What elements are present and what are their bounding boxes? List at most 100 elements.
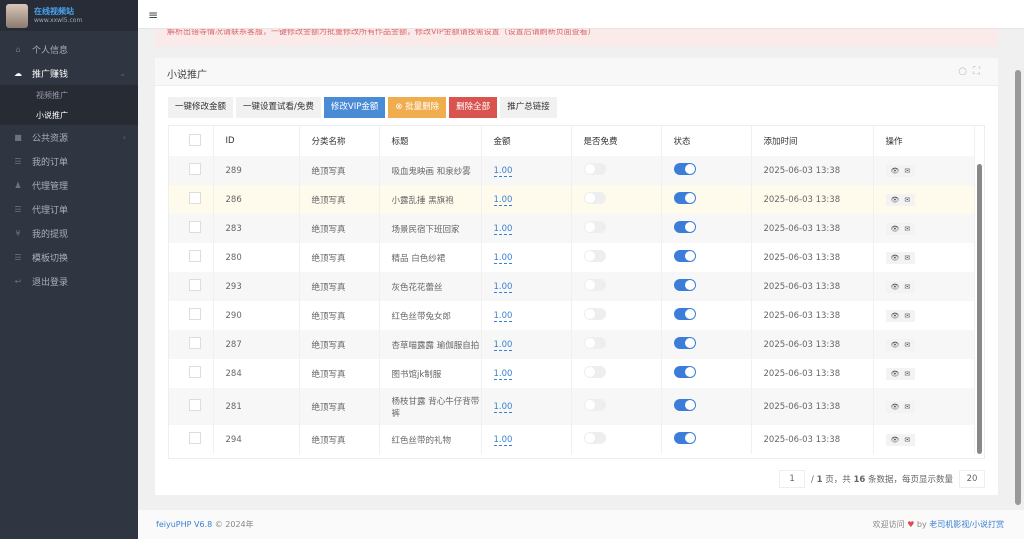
row-checkbox[interactable] xyxy=(189,432,201,444)
column-header[interactable]: 是否免费 xyxy=(571,126,662,156)
view-eye-icon[interactable]: 👁 xyxy=(891,403,900,411)
wechat-icon[interactable]: ✉ xyxy=(904,403,910,411)
sidebar-item[interactable]: ☁ 推广赚钱 ⌄ xyxy=(0,61,138,85)
amount-editable[interactable]: 1.00 xyxy=(493,434,513,446)
table-row[interactable]: 280 绝顶写真 精品 白色纱裙 1.00 2025-06-03 13:38 👁… xyxy=(169,243,975,272)
row-checkbox[interactable] xyxy=(189,163,201,175)
status-toggle[interactable] xyxy=(673,221,696,233)
free-toggle[interactable] xyxy=(583,432,606,444)
status-toggle[interactable] xyxy=(673,279,696,291)
fullscreen-icon[interactable]: ⛶ xyxy=(973,66,986,77)
wechat-icon[interactable]: ✉ xyxy=(904,341,910,349)
logo[interactable]: 在线视频站 www.xxwl5.com xyxy=(0,0,138,31)
free-toggle[interactable] xyxy=(583,192,606,204)
view-eye-icon[interactable]: 👁 xyxy=(891,225,900,233)
menu-toggle-icon[interactable]: ≡ xyxy=(148,8,158,22)
row-checkbox[interactable] xyxy=(189,399,201,411)
row-checkbox[interactable] xyxy=(189,366,201,378)
footer-author-link[interactable]: 老司机影视/小说打赏 xyxy=(929,520,1004,529)
sidebar-item[interactable]: ■ 公共资源 ‹ xyxy=(0,125,138,149)
set-trial-button[interactable]: 一键设置试看/免费 xyxy=(236,97,321,118)
sidebar-item[interactable]: ☰ 模板切换 xyxy=(0,245,138,269)
table-row[interactable]: 293 绝顶写真 灰色花花蕾丝 1.00 2025-06-03 13:38 👁 ✉ xyxy=(169,272,975,301)
sidebar-item[interactable]: ↩ 退出登录 xyxy=(0,269,138,293)
amount-editable[interactable]: 1.00 xyxy=(493,223,513,235)
free-toggle[interactable] xyxy=(583,308,606,320)
status-toggle[interactable] xyxy=(673,432,696,444)
wechat-icon[interactable]: ✉ xyxy=(904,196,910,204)
sidebar-item[interactable]: ☰ 代理订单 xyxy=(0,197,138,221)
column-header[interactable]: 状态 xyxy=(661,126,752,156)
status-toggle[interactable] xyxy=(673,366,696,378)
select-all-checkbox[interactable] xyxy=(189,133,201,146)
per-page-input[interactable]: 20 xyxy=(959,470,985,488)
free-toggle[interactable] xyxy=(583,399,606,411)
wechat-icon[interactable]: ✉ xyxy=(904,312,910,320)
amount-editable[interactable]: 1.00 xyxy=(493,401,513,413)
free-toggle[interactable] xyxy=(583,163,606,175)
column-header[interactable]: 分类名称 xyxy=(299,126,380,156)
delete-all-button[interactable]: 删除全部 xyxy=(449,97,498,118)
table-row[interactable]: 294 绝顶写真 红色丝带的礼物 1.00 2025-06-03 13:38 👁… xyxy=(169,425,975,454)
edit-amount-button[interactable]: 一键修改金额 xyxy=(168,97,234,118)
column-header[interactable]: 金额 xyxy=(481,126,572,156)
wechat-icon[interactable]: ✉ xyxy=(904,370,910,378)
edit-vip-amount-button[interactable]: 修改VIP金额 xyxy=(323,97,386,118)
amount-editable[interactable]: 1.00 xyxy=(493,310,513,322)
refresh-icon[interactable]: ○ xyxy=(958,66,973,77)
page-scrollbar[interactable] xyxy=(1015,70,1021,505)
status-toggle[interactable] xyxy=(673,192,696,204)
wechat-icon[interactable]: ✉ xyxy=(904,225,910,233)
table-row[interactable]: 289 绝顶写真 吸血鬼映画 和泉纱雾 1.00 2025-06-03 13:3… xyxy=(169,156,975,185)
column-header[interactable]: 标题 xyxy=(379,126,482,156)
wechat-icon[interactable]: ✉ xyxy=(904,283,910,291)
table-scrollbar[interactable] xyxy=(977,164,982,454)
sidebar-item[interactable]: ¥ 我的提现 xyxy=(0,221,138,245)
view-eye-icon[interactable]: 👁 xyxy=(891,436,900,444)
column-header[interactable]: 操作 xyxy=(873,126,975,156)
amount-editable[interactable]: 1.00 xyxy=(493,339,513,351)
view-eye-icon[interactable]: 👁 xyxy=(891,167,900,175)
free-toggle[interactable] xyxy=(583,366,606,378)
status-toggle[interactable] xyxy=(673,337,696,349)
row-checkbox[interactable] xyxy=(189,279,201,291)
amount-editable[interactable]: 1.00 xyxy=(493,194,513,206)
view-eye-icon[interactable]: 👁 xyxy=(891,341,900,349)
column-header[interactable]: ID xyxy=(213,126,300,156)
wechat-icon[interactable]: ✉ xyxy=(904,254,910,262)
row-checkbox[interactable] xyxy=(189,250,201,262)
wechat-icon[interactable]: ✉ xyxy=(904,167,910,175)
view-eye-icon[interactable]: 👁 xyxy=(891,370,900,378)
status-toggle[interactable] xyxy=(673,308,696,320)
free-toggle[interactable] xyxy=(583,250,606,262)
sidebar-item[interactable]: ♟ 代理管理 xyxy=(0,173,138,197)
view-eye-icon[interactable]: 👁 xyxy=(891,312,900,320)
sidebar-item[interactable]: ☰ 我的订单 xyxy=(0,149,138,173)
promo-link-button[interactable]: 推广总链接 xyxy=(500,97,557,118)
table-row[interactable]: 284 绝顶写真 图书馆jk制服 1.00 2025-06-03 13:38 👁… xyxy=(169,359,975,388)
table-row[interactable]: 290 绝顶写真 红色丝带兔女郎 1.00 2025-06-03 13:38 👁… xyxy=(169,301,975,330)
column-header[interactable]: 添加时间 xyxy=(751,126,874,156)
amount-editable[interactable]: 1.00 xyxy=(493,281,513,293)
page-input[interactable]: 1 xyxy=(779,470,806,488)
table-row[interactable]: 281 绝顶写真 杨枝甘露 背心牛仔背带裤 1.00 2025-06-03 13… xyxy=(169,388,975,425)
row-checkbox[interactable] xyxy=(189,308,201,320)
row-checkbox[interactable] xyxy=(189,221,201,233)
table-row[interactable]: 286 绝顶写真 小露乱捶 黑旗袍 1.00 2025-06-03 13:38 … xyxy=(169,185,975,214)
free-toggle[interactable] xyxy=(583,221,606,233)
view-eye-icon[interactable]: 👁 xyxy=(891,254,900,262)
table-row[interactable]: 287 绝顶写真 杏草喵露露 瑜伽服自拍 1.00 2025-06-03 13:… xyxy=(169,330,975,359)
submenu-item[interactable]: 视频推广 xyxy=(0,85,138,105)
batch-delete-button[interactable]: ⊗ 批量删除 xyxy=(388,97,447,118)
amount-editable[interactable]: 1.00 xyxy=(493,252,513,264)
status-toggle[interactable] xyxy=(673,163,696,175)
amount-editable[interactable]: 1.00 xyxy=(493,368,513,380)
amount-editable[interactable]: 1.00 xyxy=(493,165,513,177)
status-toggle[interactable] xyxy=(673,399,696,411)
free-toggle[interactable] xyxy=(583,279,606,291)
table-row[interactable]: 283 绝顶写真 场景民宿下班回家 1.00 2025-06-03 13:38 … xyxy=(169,214,975,243)
wechat-icon[interactable]: ✉ xyxy=(904,436,910,444)
row-checkbox[interactable] xyxy=(189,337,201,349)
free-toggle[interactable] xyxy=(583,337,606,349)
view-eye-icon[interactable]: 👁 xyxy=(891,196,900,204)
